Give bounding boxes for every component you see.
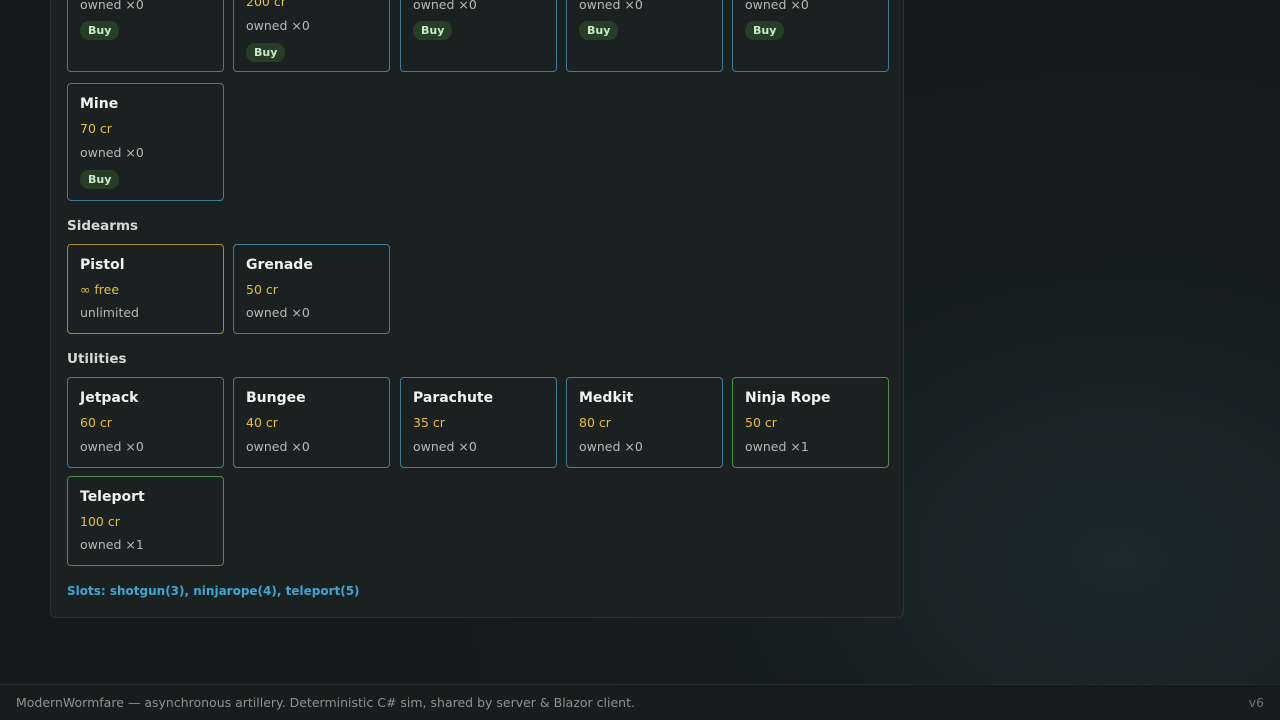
footer: ModernWormfare — asynchronous artillery.… xyxy=(0,684,1280,720)
item-name: Ninja Rope xyxy=(745,390,831,406)
owned-count: owned ×0 xyxy=(80,439,144,454)
item-name: Teleport xyxy=(80,489,145,505)
owned-count: owned ×0 xyxy=(246,305,310,320)
item-name: Mine xyxy=(80,96,119,112)
item-price: 35 cr xyxy=(413,415,445,430)
owned-count: owned ×0 xyxy=(246,18,310,33)
owned-count: owned ×1 xyxy=(80,537,144,552)
shop-card-jetpack[interactable]: Jetpack 60 cr owned ×0 xyxy=(67,377,224,468)
shop-card-grenade[interactable]: Grenade 50 cr owned ×0 xyxy=(233,244,390,334)
owned-count: owned ×0 xyxy=(579,439,643,454)
buy-button[interactable]: Buy xyxy=(80,170,120,189)
section-title-sidearms: Sidearms xyxy=(67,218,139,234)
item-name: Bungee xyxy=(246,390,306,406)
shop-card-teleport[interactable]: Teleport 100 cr owned ×1 xyxy=(67,476,224,566)
buy-button[interactable]: Buy xyxy=(246,43,286,62)
item-name: Grenade xyxy=(246,257,313,273)
item-name: Jetpack xyxy=(80,390,139,406)
buy-button[interactable]: Buy xyxy=(413,21,453,40)
owned-count: owned ×0 xyxy=(80,145,144,160)
shop-card-mine[interactable]: Mine 70 cr owned ×0 Buy xyxy=(67,83,224,201)
item-price: 70 cr xyxy=(80,121,112,136)
item-name: Medkit xyxy=(579,390,634,406)
item-price: 200 cr xyxy=(246,0,286,9)
shop-card-pistol[interactable]: Pistol ∞ free unlimited xyxy=(67,244,224,334)
shop-card[interactable]: owned ×0 Buy xyxy=(400,0,557,72)
item-price: 50 cr xyxy=(745,415,777,430)
version-label: v6 xyxy=(1248,695,1264,710)
shop-card-bungee[interactable]: Bungee 40 cr owned ×0 xyxy=(233,377,390,468)
item-price: ∞ free xyxy=(80,282,120,297)
shop-card-parachute[interactable]: Parachute 35 cr owned ×0 xyxy=(400,377,557,468)
item-price: 80 cr xyxy=(579,415,611,430)
buy-button[interactable]: Buy xyxy=(579,21,619,40)
item-price: 100 cr xyxy=(80,514,120,529)
shop-card-ninja-rope[interactable]: Ninja Rope 50 cr owned ×1 xyxy=(732,377,889,468)
shop-card[interactable]: owned ×0 Buy xyxy=(566,0,723,72)
owned-count: owned ×0 xyxy=(745,0,809,12)
section-title-utilities: Utilities xyxy=(67,351,127,367)
item-name: Parachute xyxy=(413,390,494,406)
item-price: 50 cr xyxy=(246,282,278,297)
slots-summary: Slots: shotgun(3), ninjarope(4), telepor… xyxy=(67,584,360,598)
owned-count: owned ×0 xyxy=(80,0,144,12)
buy-button[interactable]: Buy xyxy=(80,21,120,40)
item-price: 40 cr xyxy=(246,415,278,430)
shop-card[interactable]: owned ×0 Buy xyxy=(67,0,224,72)
footer-text: ModernWormfare — asynchronous artillery.… xyxy=(16,695,635,710)
shop-card-medkit[interactable]: Medkit 80 cr owned ×0 xyxy=(566,377,723,468)
owned-count: unlimited xyxy=(80,305,139,320)
item-price: 60 cr xyxy=(80,415,112,430)
item-name: Pistol xyxy=(80,257,125,273)
owned-count: owned ×0 xyxy=(413,0,477,12)
buy-button[interactable]: Buy xyxy=(745,21,785,40)
owned-count: owned ×0 xyxy=(413,439,477,454)
owned-count: owned ×0 xyxy=(246,439,310,454)
shop-card[interactable]: 200 cr owned ×0 Buy xyxy=(233,0,390,72)
shop-card[interactable]: owned ×0 Buy xyxy=(732,0,889,72)
owned-count: owned ×0 xyxy=(579,0,643,12)
owned-count: owned ×1 xyxy=(745,439,809,454)
